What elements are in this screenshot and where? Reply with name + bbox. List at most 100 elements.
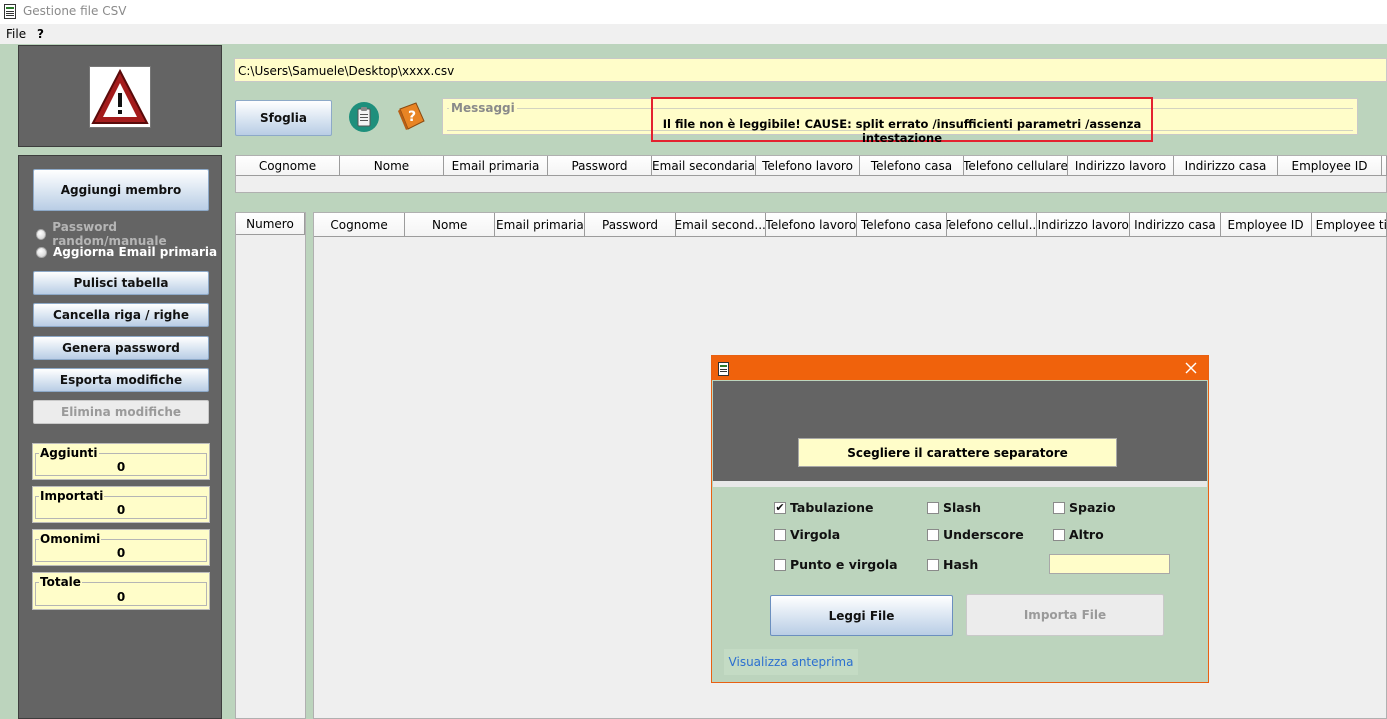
read-file-button[interactable]: Leggi File <box>770 595 953 636</box>
checkbox-tab[interactable]: ✔ Tabulazione <box>774 500 873 515</box>
svg-text:?: ? <box>408 109 416 125</box>
checkbox-label: Virgola <box>790 527 841 542</box>
column-header[interactable]: Employee ti <box>1311 213 1387 237</box>
menu-help[interactable]: ? <box>37 27 44 41</box>
column-header[interactable]: Indirizzo lavoro <box>1068 156 1174 176</box>
checkbox-box <box>927 501 939 514</box>
help-book-icon[interactable]: ? <box>394 99 428 133</box>
counter-imported: Importati 0 <box>32 486 210 523</box>
preview-link[interactable]: Visualizza anteprima <box>724 649 858 675</box>
title-bar: Gestione file CSV <box>0 0 1387 24</box>
checkbox-label: Underscore <box>943 527 1024 542</box>
radio-label: Aggiorna Email primaria <box>53 245 218 259</box>
checkbox-hash[interactable]: Hash <box>927 557 978 572</box>
checkbox-label: Slash <box>943 500 982 515</box>
discard-changes-button[interactable]: Elimina modifiche <box>33 400 209 424</box>
checkbox-box <box>774 528 786 541</box>
checkbox-box <box>774 558 786 571</box>
counter-value: 0 <box>116 590 126 604</box>
add-member-button[interactable]: Aggiungi membro <box>33 169 209 211</box>
dialog-header-panel: Scegliere il carattere separatore <box>713 381 1207 481</box>
checkbox-box <box>1053 528 1065 541</box>
main-table-header: Cognome Nome Email primaria Password Ema… <box>314 213 1387 237</box>
import-file-button[interactable]: Importa File <box>966 594 1164 636</box>
column-header[interactable]: Password <box>585 213 676 237</box>
warning-triangle-icon <box>89 66 151 128</box>
column-header[interactable]: Cognome <box>314 213 406 237</box>
column-header-extra <box>1382 156 1387 176</box>
column-header[interactable]: Indirizzo casa <box>1174 156 1278 176</box>
column-header[interactable]: Email primaria <box>444 156 548 176</box>
messages-legend: Messaggi <box>449 101 517 115</box>
checkbox-slash[interactable]: Slash <box>927 500 981 515</box>
column-header[interactable]: Telefono cellulare <box>964 156 1068 176</box>
counter-label: Importati <box>40 489 104 503</box>
column-header[interactable]: Cognome <box>236 156 340 176</box>
close-icon[interactable] <box>1183 360 1199 376</box>
counter-homonyms: Omonimi 0 <box>32 529 210 566</box>
counter-added: Aggiunti 0 <box>32 443 210 480</box>
dialog-title-bar[interactable] <box>712 356 1208 380</box>
counter-value: 0 <box>116 460 126 474</box>
column-header[interactable]: Email second... <box>675 213 766 237</box>
checkbox-label: Tabulazione <box>790 500 874 515</box>
column-header[interactable]: Nome <box>405 213 496 237</box>
divider <box>713 481 1207 487</box>
column-header[interactable]: Employee ID <box>1220 213 1312 237</box>
template-header-row: Cognome Nome Email primaria Password Ema… <box>236 156 1387 176</box>
column-header[interactable]: Telefono lavoro <box>756 156 860 176</box>
column-header[interactable]: Telefono cellul... <box>947 213 1038 237</box>
column-header[interactable]: Indirizzo lavoro <box>1037 213 1131 237</box>
generate-password-button[interactable]: Genera password <box>33 336 209 360</box>
separator-prompt: Scegliere il carattere separatore <box>798 438 1117 467</box>
csv-file-icon <box>4 4 16 19</box>
window-title: Gestione file CSV <box>23 4 127 18</box>
export-changes-button[interactable]: Esporta modifiche <box>33 368 209 392</box>
column-header[interactable]: Email secondaria <box>652 156 756 176</box>
other-separator-input[interactable] <box>1049 554 1170 574</box>
error-message: Il file non è leggibile! CAUSE: split er… <box>662 117 1142 145</box>
column-header[interactable]: Password <box>548 156 652 176</box>
column-header[interactable]: Telefono lavoro <box>765 213 857 237</box>
row-number-panel: Numero <box>235 212 306 719</box>
clipboard-icon[interactable] <box>348 101 380 133</box>
checkbox-semicolon[interactable]: Punto e virgola <box>774 557 898 572</box>
column-header[interactable]: Employee ID <box>1278 156 1382 176</box>
password-mode-radio[interactable]: Password random/manuale <box>36 220 221 248</box>
radio-label: Password random/manuale <box>52 220 167 248</box>
sidebar: Aggiungi membro Password random/manuale … <box>18 155 222 719</box>
checkbox-space[interactable]: Spazio <box>1053 500 1116 515</box>
counter-value: 0 <box>116 503 126 517</box>
number-column-header[interactable]: Numero <box>236 213 305 235</box>
column-header[interactable]: Indirizzo casa <box>1130 213 1221 237</box>
checkbox-box <box>927 528 939 541</box>
radio-indicator <box>36 246 47 258</box>
checkbox-label: Hash <box>943 557 979 572</box>
checkbox-label: Punto e virgola <box>790 557 898 572</box>
checkbox-label: Altro <box>1069 527 1104 542</box>
checkbox-other[interactable]: Altro <box>1053 527 1104 542</box>
status-icon-panel <box>18 45 222 147</box>
counter-value: 0 <box>116 546 126 560</box>
update-email-radio[interactable]: Aggiorna Email primaria <box>36 245 217 259</box>
checkbox-box <box>927 558 939 571</box>
radio-indicator <box>36 228 47 240</box>
counter-label: Omonimi <box>40 532 101 546</box>
browse-button[interactable]: Sfoglia <box>235 100 332 136</box>
clear-table-button[interactable]: Pulisci tabella <box>33 271 209 295</box>
check-icon: ✔ <box>774 500 786 514</box>
column-header[interactable]: Telefono casa <box>860 156 964 176</box>
separator-dialog: Scegliere il carattere separatore ✔ Tabu… <box>711 355 1209 683</box>
file-path-field[interactable]: C:\Users\Samuele\Desktop\xxxx.csv <box>234 58 1387 82</box>
checkbox-comma[interactable]: Virgola <box>774 527 840 542</box>
menu-file[interactable]: File <box>6 27 26 41</box>
counter-total: Totale 0 <box>32 572 210 610</box>
checkbox-underscore[interactable]: Underscore <box>927 527 1024 542</box>
delete-rows-button[interactable]: Cancella riga / righe <box>33 303 209 327</box>
column-header[interactable]: Telefono casa <box>856 213 948 237</box>
counter-label: Totale <box>40 575 81 589</box>
column-header[interactable]: Nome <box>340 156 444 176</box>
menu-bar: File ? <box>0 24 1387 44</box>
checkbox-box <box>1053 501 1065 514</box>
column-header[interactable]: Email primaria <box>495 213 586 237</box>
